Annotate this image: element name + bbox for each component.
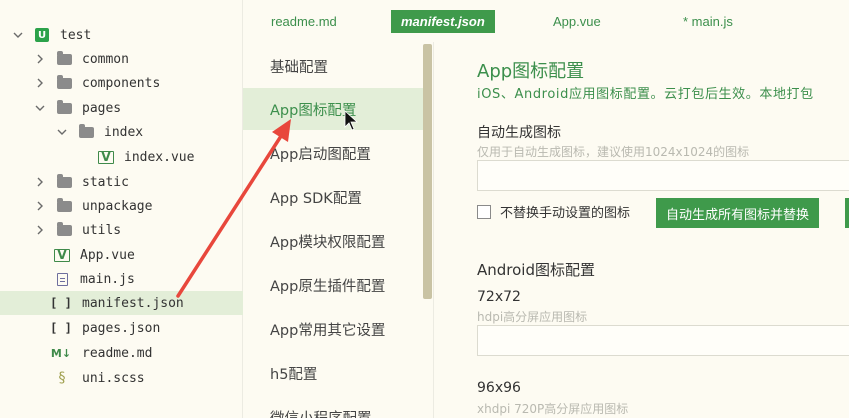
tree-item-label: manifest.json [82,295,184,311]
android-section-title: Android图标配置 [477,261,595,279]
tree-item-label: pages.json [82,320,161,336]
tree-folder-utils[interactable]: utils [0,218,243,242]
chevron-right-icon[interactable] [34,53,46,65]
chevron-right-icon[interactable] [34,200,46,212]
keep-manual-icons-option[interactable]: 不替换手动设置的图标 [477,202,630,221]
chevron-down-icon[interactable] [56,126,68,138]
tree-item-label: uni.scss [82,370,145,386]
icon-size-96-label: 96x96 [477,380,521,396]
app-icon-settings-panel: App图标配置 iOS、Android应用图标配置。云打包后生效。本地打包 自动… [433,42,849,418]
nav-scrollbar[interactable] [423,44,432,299]
tree-folder-common[interactable]: common [0,47,243,71]
icon-72-path-input[interactable] [477,325,849,356]
tree-file-app-vue[interactable]: V App.vue [0,243,243,267]
tree-folder-pages[interactable]: pages [0,96,243,120]
nav-item-app-sdk[interactable]: App SDK配置 [243,176,423,218]
tree-folder-components[interactable]: components [0,71,243,95]
folder-icon [56,221,72,237]
file-tree: U test common components pages index V i… [0,0,243,418]
tree-root-test[interactable]: U test [0,23,243,47]
manifest-settings-nav: 基础配置 App图标配置 App启动图配置 App SDK配置 App模块权限配… [243,42,433,418]
nav-item-h5[interactable]: h5配置 [243,352,423,394]
folder-open-icon [56,99,72,115]
scss-file-icon: § [58,370,66,386]
tree-file-manifest-json[interactable]: [ ] manifest.json [0,291,243,315]
uniapp-project-icon: U [34,28,50,42]
keep-manual-icons-checkbox[interactable] [477,204,491,219]
chevron-right-icon[interactable] [34,176,46,188]
tree-file-main-js[interactable]: main.js [0,267,243,291]
tree-file-readme-md[interactable]: M↓ readme.md [0,341,243,365]
tree-item-label: common [82,51,129,67]
tree-item-label: utils [82,222,122,238]
tab-manifest-json[interactable]: manifest.json [391,10,495,33]
folder-icon [56,197,72,213]
checkbox-label: 不替换手动设置的图标 [500,206,631,221]
nav-item-app-splash[interactable]: App启动图配置 [243,132,423,174]
js-file-icon [54,272,70,286]
tree-item-label: index [104,124,144,140]
tab-app-vue[interactable]: App.vue [553,10,601,33]
generate-all-icons-button[interactable]: 自动生成所有图标并替换 [656,198,820,228]
icon-size-96-hint: xhdpi 720P高分屏应用图标 [477,402,629,416]
tree-item-label: readme.md [82,345,153,361]
tab-readme-md[interactable]: readme.md [271,10,337,33]
auto-icon-label: 自动生成图标 [477,125,561,141]
icon-size-72-hint: hdpi高分屏应用图标 [477,310,588,324]
tree-file-uni-scss[interactable]: § uni.scss [0,366,243,390]
nav-item-weixin-mp[interactable]: 微信小程序配置 [243,396,423,418]
section-description: iOS、Android应用图标配置。云打包后生效。本地打包 [477,87,814,102]
tree-item-label: App.vue [80,247,135,263]
folder-open-icon [78,123,94,139]
nav-item-app-modules[interactable]: App模块权限配置 [243,220,423,262]
json-file-icon: [ ] [50,321,72,335]
tree-file-pages-json[interactable]: [ ] pages.json [0,316,243,340]
chevron-right-icon[interactable] [34,77,46,89]
nav-item-basic[interactable]: 基础配置 [243,45,423,87]
tree-folder-unpackage[interactable]: unpackage [0,194,243,218]
json-file-icon: [ ] [50,296,72,310]
folder-icon [56,50,72,66]
auto-icon-path-input[interactable] [477,160,849,191]
tab-main-js[interactable]: * main.js [683,10,733,33]
tree-folder-static[interactable]: static [0,170,243,194]
vue-file-icon: V [98,150,114,164]
tree-item-label: pages [82,100,122,116]
tree-file-index-vue[interactable]: V index.vue [0,145,243,169]
section-title: App图标配置 [477,61,585,82]
chevron-down-icon[interactable] [34,102,46,114]
tree-folder-index[interactable]: index [0,120,243,144]
browse-button[interactable] [845,198,849,228]
auto-icon-hint: 仅用于自动生成图标，建议使用1024x1024的图标 [477,145,750,159]
tree-item-label: static [82,174,129,190]
nav-item-app-icon[interactable]: App图标配置 [243,88,423,130]
folder-icon [56,173,72,189]
nav-item-app-native-plugins[interactable]: App原生插件配置 [243,264,423,306]
tree-item-label: unpackage [82,198,153,214]
tree-item-label: main.js [80,271,135,287]
chevron-down-icon[interactable] [12,29,24,41]
folder-icon [56,74,72,90]
markdown-file-icon: M↓ [50,346,72,360]
vue-file-icon: V [54,248,70,262]
icon-size-72-label: 72x72 [477,289,521,305]
nav-item-app-other[interactable]: App常用其它设置 [243,308,423,350]
tree-item-label: index.vue [124,149,195,165]
tree-item-label: test [60,27,92,43]
tree-item-label: components [82,75,161,91]
chevron-right-icon[interactable] [34,224,46,236]
editor-tabs: readme.md manifest.json App.vue * main.j… [243,0,849,42]
